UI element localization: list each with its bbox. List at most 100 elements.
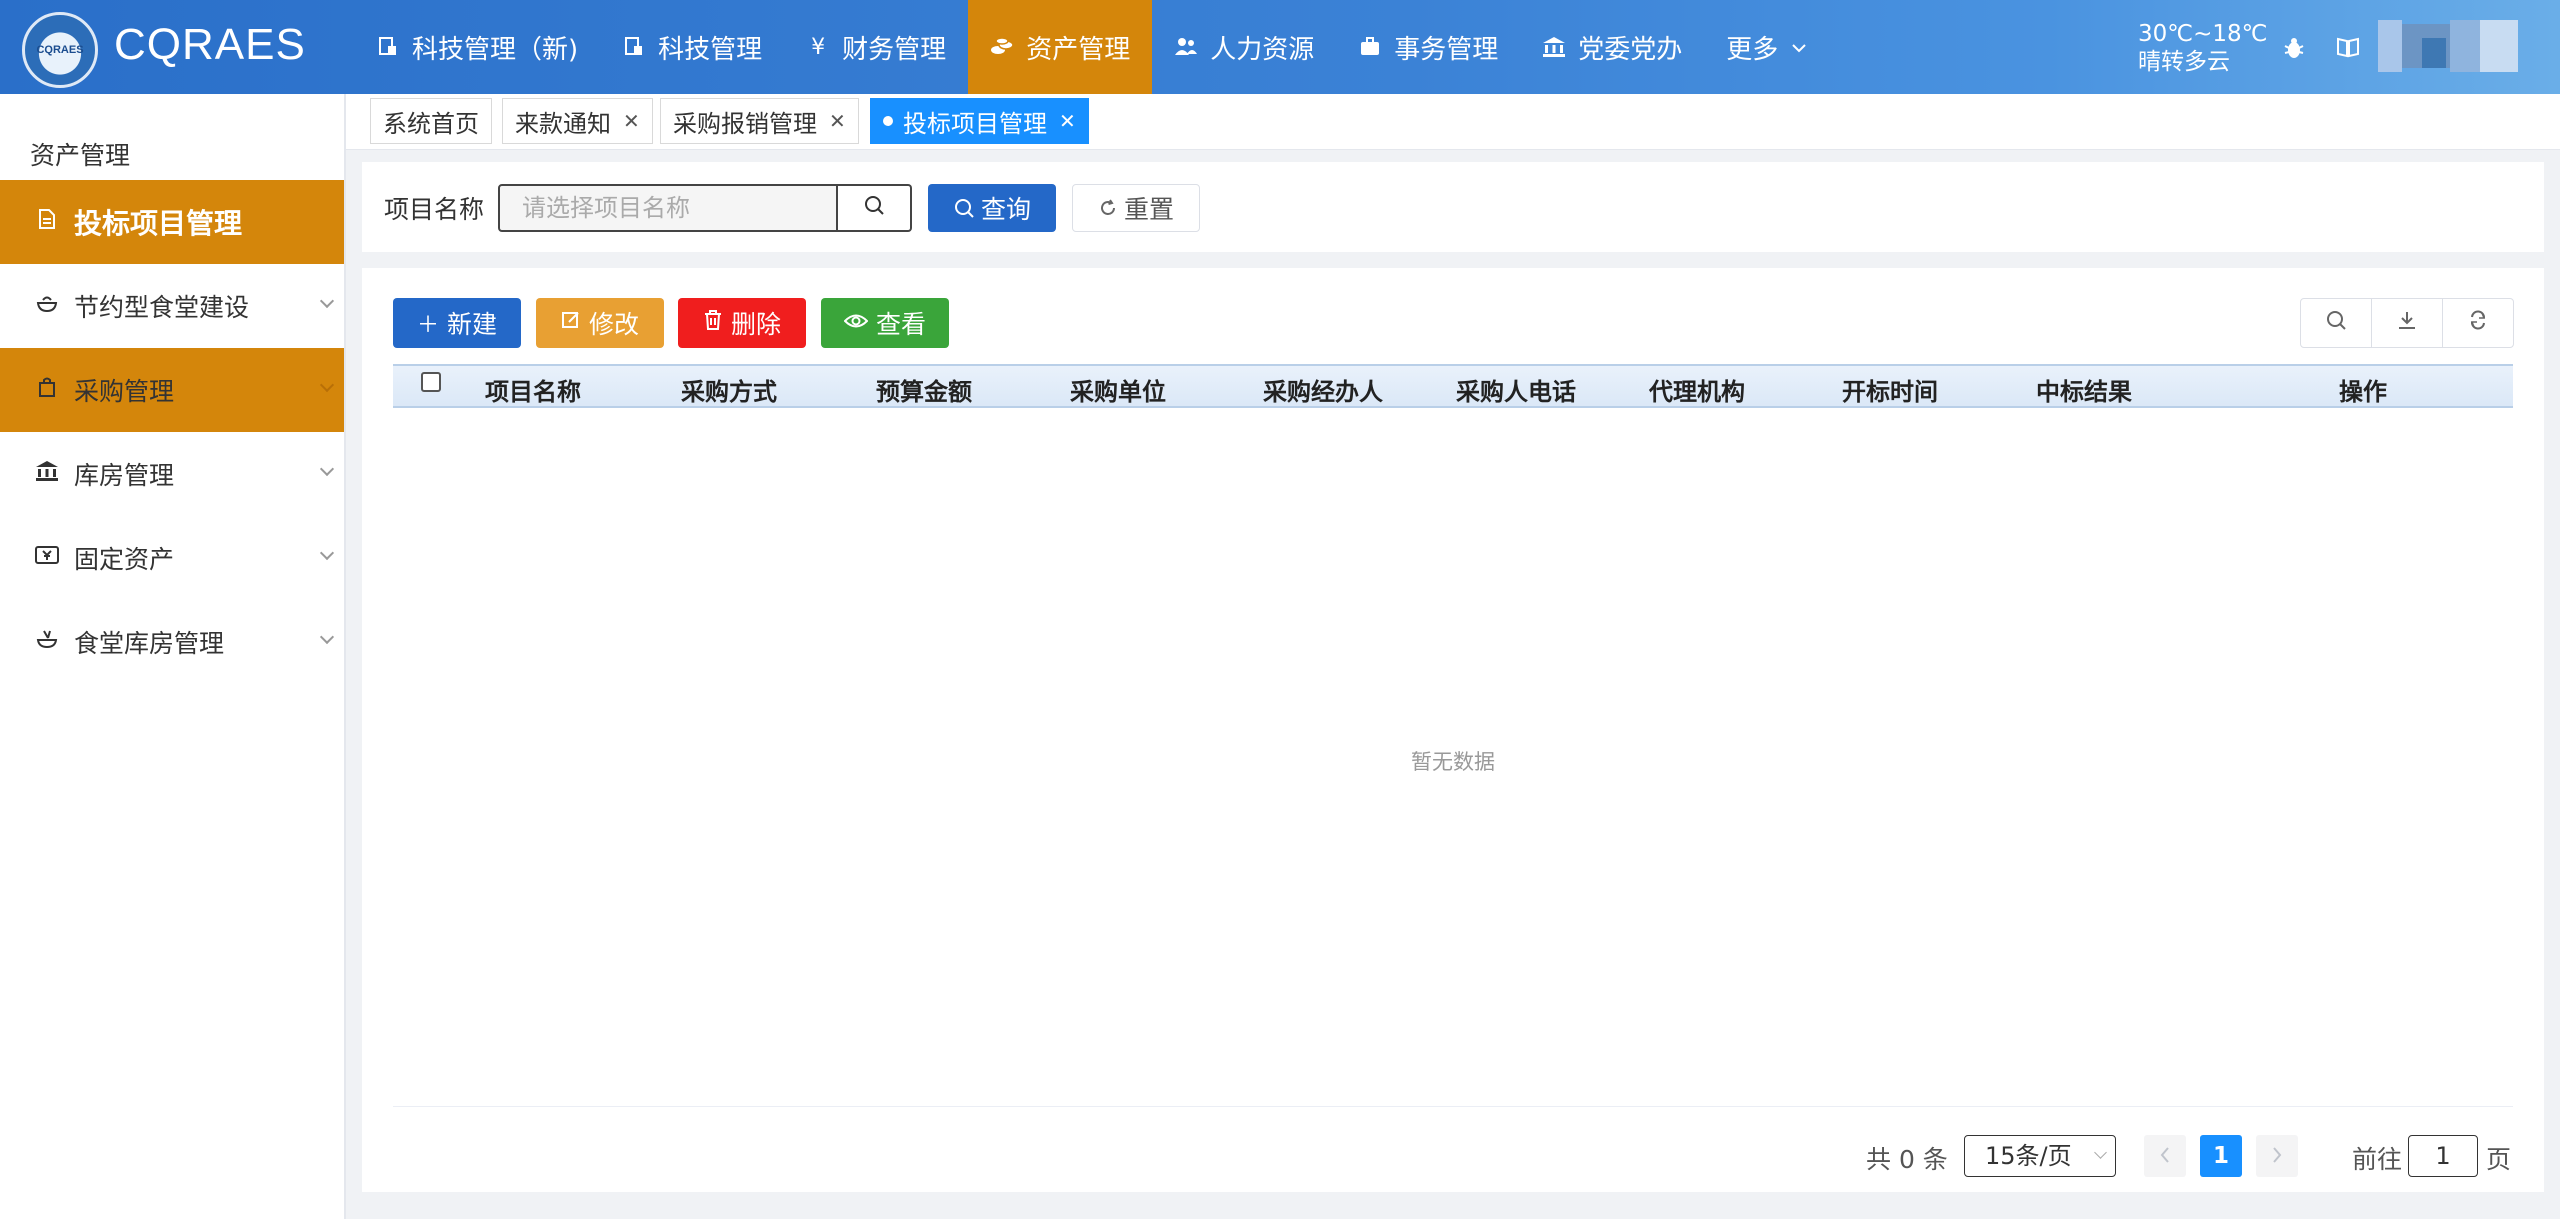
column-header[interactable]: 开标时间 bbox=[1842, 372, 1938, 407]
bug-icon[interactable] bbox=[2282, 36, 2308, 60]
tab-purchase-reimbursement[interactable]: 采购报销管理 ✕ bbox=[660, 98, 859, 144]
chevron-down-icon bbox=[319, 461, 335, 477]
next-page-button[interactable] bbox=[2256, 1135, 2298, 1177]
brand-name: CQRAES bbox=[114, 20, 306, 69]
nav-item-party[interactable]: 党委党办 bbox=[1520, 0, 1704, 94]
sidebar-item-label: 采购管理 bbox=[74, 377, 175, 406]
tab-label: 投标项目管理 bbox=[903, 109, 1047, 138]
close-icon[interactable]: ✕ bbox=[829, 109, 846, 133]
query-button[interactable]: 查询 bbox=[928, 184, 1056, 232]
sidebar-title: 资产管理 bbox=[30, 141, 131, 170]
chevron-down-icon bbox=[319, 377, 335, 393]
project-name-input[interactable]: 请选择项目名称 bbox=[498, 184, 838, 232]
tab-label: 来款通知 bbox=[515, 109, 611, 138]
chevron-down-icon bbox=[319, 545, 335, 561]
sidebar-item-warehouse[interactable]: 库房管理 bbox=[0, 432, 344, 516]
nav-item-finance[interactable]: ¥ 财务管理 bbox=[784, 0, 968, 94]
search-toggle-button[interactable] bbox=[2301, 299, 2372, 347]
page-number[interactable]: 1 bbox=[2200, 1135, 2242, 1177]
reset-button[interactable]: 重置 bbox=[1072, 184, 1200, 232]
chevron-down-icon bbox=[1792, 37, 1806, 58]
prev-page-button[interactable] bbox=[2144, 1135, 2186, 1177]
sidebar-item-canteen-warehouse[interactable]: 食堂库房管理 bbox=[0, 600, 344, 684]
delete-label: 删除 bbox=[730, 310, 781, 339]
page-size-select[interactable]: 15条/页 bbox=[1964, 1135, 2116, 1177]
edit-label: 修改 bbox=[588, 310, 639, 339]
active-dot-icon bbox=[883, 116, 893, 126]
refresh-button[interactable] bbox=[2443, 299, 2513, 347]
export-button[interactable] bbox=[2372, 299, 2443, 347]
yen-icon: ¥ bbox=[811, 34, 826, 60]
view-label: 查看 bbox=[875, 310, 926, 339]
column-header[interactable]: 预算金额 bbox=[876, 372, 972, 407]
delete-button[interactable]: 删除 bbox=[678, 298, 806, 348]
goto-page-input[interactable]: 1 bbox=[2408, 1135, 2478, 1177]
column-header[interactable]: 采购经办人 bbox=[1263, 372, 1383, 407]
nav-item-hr[interactable]: 人力资源 bbox=[1152, 0, 1336, 94]
column-header[interactable]: 中标结果 bbox=[2036, 372, 2132, 407]
sidebar-item-label: 节约型食堂建设 bbox=[74, 293, 250, 322]
top-header: CQRAES CQRAES 科技管理（新) 科技管理 ¥ 财务管理 资产管理 人… bbox=[0, 0, 2560, 94]
reset-label: 重置 bbox=[1123, 195, 1174, 224]
table-tools bbox=[2300, 298, 2514, 348]
search-icon bbox=[863, 194, 885, 222]
chevron-down-icon bbox=[319, 629, 335, 645]
sidebar-item-fixed-assets[interactable]: 固定资产 bbox=[0, 516, 344, 600]
nav-label: 科技管理（新) bbox=[412, 34, 579, 65]
tab-home[interactable]: 系统首页 bbox=[370, 98, 492, 144]
sidebar-item-label: 食堂库房管理 bbox=[74, 629, 225, 658]
nav-item-tech-new[interactable]: 科技管理（新) bbox=[354, 0, 600, 94]
close-icon[interactable]: ✕ bbox=[623, 109, 640, 133]
document-icon bbox=[376, 35, 400, 59]
download-icon bbox=[2397, 310, 2417, 336]
nav-item-more[interactable]: 更多 bbox=[1704, 0, 1828, 94]
food-icon bbox=[34, 628, 60, 656]
query-label: 查询 bbox=[980, 195, 1031, 224]
briefcase-icon bbox=[1358, 35, 1382, 59]
plus-icon: ＋ bbox=[416, 313, 439, 338]
new-button[interactable]: ＋ 新建 bbox=[393, 298, 521, 348]
divider bbox=[393, 1106, 2513, 1107]
tab-label: 采购报销管理 bbox=[673, 109, 817, 138]
chevron-right-icon bbox=[2271, 1141, 2283, 1171]
nav-label: 财务管理 bbox=[842, 34, 947, 65]
bank-icon bbox=[34, 460, 60, 488]
edit-button[interactable]: 修改 bbox=[536, 298, 664, 348]
bag-icon bbox=[34, 376, 60, 404]
trash-icon bbox=[703, 309, 723, 337]
sidebar-item-label: 库房管理 bbox=[74, 461, 175, 490]
new-label: 新建 bbox=[447, 310, 498, 339]
sidebar: 资产管理 投标项目管理 节约型食堂建设 采购管理 库房管理 固定资产 食堂库房管… bbox=[0, 94, 346, 1219]
close-icon[interactable]: ✕ bbox=[1059, 109, 1076, 133]
column-header[interactable]: 代理机构 bbox=[1649, 372, 1745, 407]
sidebar-item-bid-projects[interactable]: 投标项目管理 bbox=[0, 180, 344, 264]
tab-payment-notice[interactable]: 来款通知 ✕ bbox=[502, 98, 653, 144]
table-header: 项目名称 采购方式 预算金额 采购单位 采购经办人 采购人电话 代理机构 开标时… bbox=[393, 364, 2513, 408]
logo[interactable]: CQRAES bbox=[22, 12, 98, 88]
sidebar-item-purchase[interactable]: 采购管理 bbox=[0, 348, 344, 432]
sidebar-item-canteen[interactable]: 节约型食堂建设 bbox=[0, 264, 344, 348]
project-search-button[interactable] bbox=[838, 184, 912, 232]
column-header[interactable]: 采购人电话 bbox=[1456, 372, 1576, 407]
tab-bid-projects[interactable]: 投标项目管理 ✕ bbox=[870, 98, 1089, 144]
empty-state: 暂无数据 bbox=[1411, 750, 1495, 774]
column-header[interactable]: 操作 bbox=[2339, 372, 2387, 407]
book-icon[interactable] bbox=[2336, 36, 2362, 60]
eye-icon bbox=[843, 311, 869, 336]
bowl-icon bbox=[34, 292, 60, 320]
nav-item-tech[interactable]: 科技管理 bbox=[600, 0, 784, 94]
chevron-down-icon bbox=[319, 293, 335, 309]
view-button[interactable]: 查看 bbox=[821, 298, 949, 348]
nav-item-affairs[interactable]: 事务管理 bbox=[1336, 0, 1520, 94]
column-header[interactable]: 采购方式 bbox=[681, 372, 777, 407]
avatar[interactable] bbox=[2378, 20, 2518, 72]
select-all-checkbox[interactable] bbox=[421, 372, 441, 392]
column-header[interactable]: 项目名称 bbox=[485, 372, 581, 407]
nav-label: 资产管理 bbox=[1026, 34, 1131, 65]
column-header[interactable]: 采购单位 bbox=[1070, 372, 1166, 407]
chevron-left-icon bbox=[2159, 1141, 2171, 1171]
nav-label: 科技管理 bbox=[658, 34, 763, 65]
nav-item-assets[interactable]: 资产管理 bbox=[968, 0, 1153, 94]
page-size-value: 15条/页 bbox=[1985, 1142, 2072, 1170]
chevron-down-icon bbox=[2094, 1146, 2107, 1159]
